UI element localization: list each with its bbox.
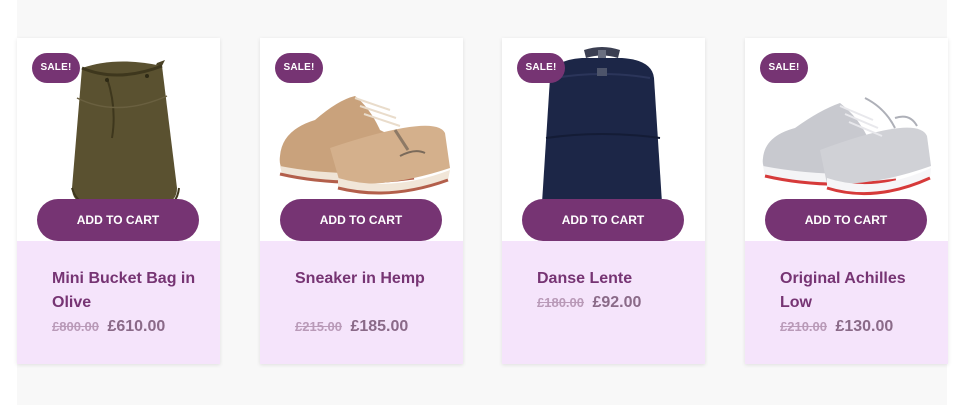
sale-price: £130.00 [835, 318, 894, 335]
old-price: £215.00 [295, 319, 342, 334]
add-to-cart-button[interactable]: ADD TO CART [522, 199, 684, 241]
product-info: Danse Lente £180.00 £92.00 [502, 241, 705, 364]
product-image[interactable]: SALE! ADD TO CART [260, 38, 463, 241]
product-info: Mini Bucket Bag in Olive £800.00 £610.00 [17, 241, 220, 364]
product-price: £210.00 £130.00 [780, 318, 893, 336]
product-image[interactable]: SALE! ADD TO CART [745, 38, 948, 241]
sale-badge: SALE! [517, 53, 565, 83]
sale-badge: SALE! [275, 53, 323, 83]
sale-price: £610.00 [107, 318, 166, 335]
product-card[interactable]: SALE! ADD TO CART Original Achilles Low … [745, 38, 948, 364]
product-card[interactable]: SALE! ADD TO CART Sneaker in Hemp £215.0… [260, 38, 463, 364]
sale-price: £185.00 [350, 318, 409, 335]
product-info: Sneaker in Hemp £215.00 £185.00 [260, 241, 463, 364]
product-price: £215.00 £185.00 [295, 318, 408, 336]
add-to-cart-button[interactable]: ADD TO CART [37, 199, 199, 241]
add-to-cart-button[interactable]: ADD TO CART [765, 199, 927, 241]
sale-badge: SALE! [760, 53, 808, 83]
product-info: Original Achilles Low £210.00 £130.00 [745, 241, 948, 364]
product-image[interactable]: SALE! ADD TO CART [502, 38, 705, 241]
old-price: £210.00 [780, 319, 827, 334]
product-title[interactable]: Sneaker in Hemp [295, 267, 440, 291]
add-to-cart-button[interactable]: ADD TO CART [280, 199, 442, 241]
product-image[interactable]: SALE! ADD TO CART [17, 38, 220, 241]
product-card[interactable]: SALE! ADD TO CART Danse Lente £180.00 £9… [502, 38, 705, 364]
old-price: £180.00 [537, 295, 584, 310]
product-title[interactable]: Original Achilles Low [780, 267, 925, 315]
product-title[interactable]: Danse Lente [537, 267, 682, 291]
product-card[interactable]: SALE! ADD TO CART Mini Bucket Bag in Oli… [17, 38, 220, 364]
sale-price: £92.00 [592, 294, 642, 311]
old-price: £800.00 [52, 319, 99, 334]
product-title[interactable]: Mini Bucket Bag in Olive [52, 267, 197, 315]
sale-badge: SALE! [32, 53, 80, 83]
product-price: £800.00 £610.00 [52, 318, 165, 336]
product-price: £180.00 £92.00 [537, 294, 641, 312]
